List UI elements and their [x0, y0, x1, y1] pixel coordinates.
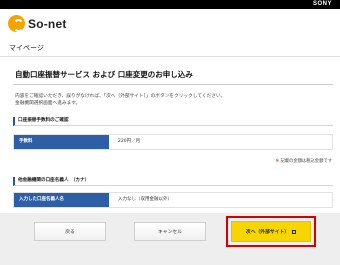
tax-note: ※ 記載の金額は税込金額です — [275, 158, 332, 164]
sony-brand: SONY — [312, 1, 332, 7]
account-row: 入力した口座名義人名 入力なし（収用金融以外） — [13, 192, 333, 208]
cancel-button-label: キャンセル — [158, 230, 182, 235]
description-line-2: 金融機関選択画面へ進みます。 — [15, 101, 81, 106]
external-link-icon — [292, 229, 297, 234]
note-text: 記載の金額は税込金額です — [280, 159, 332, 164]
account-holder-label: 入力した口座名義人名 — [14, 193, 109, 207]
description-line-1: 内容をご確認いただき、誤りがなければ、「次へ（外部サイト）」のボタンをクリックし… — [15, 94, 226, 99]
account-holder-value: 入力なし（収用金融以外） — [118, 197, 172, 202]
mypage-label: マイページ — [9, 44, 44, 52]
account-section-heading: 他金融機関の口座名義人 （カナ） — [13, 177, 333, 186]
sonet-logo-icon — [8, 15, 25, 32]
page-title: 自動口座振替サービス および 口座変更のお申し込み — [15, 70, 193, 79]
fee-row: 手数料 220円／月 — [13, 134, 333, 150]
back-button[interactable]: 戻る — [34, 222, 106, 241]
note-mark: ※ — [275, 159, 280, 164]
fee-value: 220円／月 — [118, 139, 141, 144]
title-divider — [13, 84, 333, 85]
cancel-button[interactable]: キャンセル — [134, 222, 206, 241]
back-button-label: 戻る — [65, 230, 75, 235]
page: SONY So-net マイページ 自動口座振替サービス および 口座変更のお申… — [0, 0, 340, 265]
sonet-logo[interactable]: So-net — [8, 15, 67, 32]
logo-text: So-net — [28, 16, 67, 31]
top-brand-bar: SONY — [0, 0, 340, 9]
next-external-button[interactable]: 次へ（外部サイト） — [231, 221, 311, 242]
fee-label: 手数料 — [14, 135, 109, 149]
description: 内容をご確認いただき、誤りがなければ、「次へ（外部サイト）」のボタンをクリックし… — [15, 93, 325, 107]
next-button-label: 次へ（外部サイト） — [245, 230, 290, 235]
header-divider — [0, 56, 340, 57]
fee-section-heading: 口座振替手数料のご確認 — [13, 117, 333, 126]
